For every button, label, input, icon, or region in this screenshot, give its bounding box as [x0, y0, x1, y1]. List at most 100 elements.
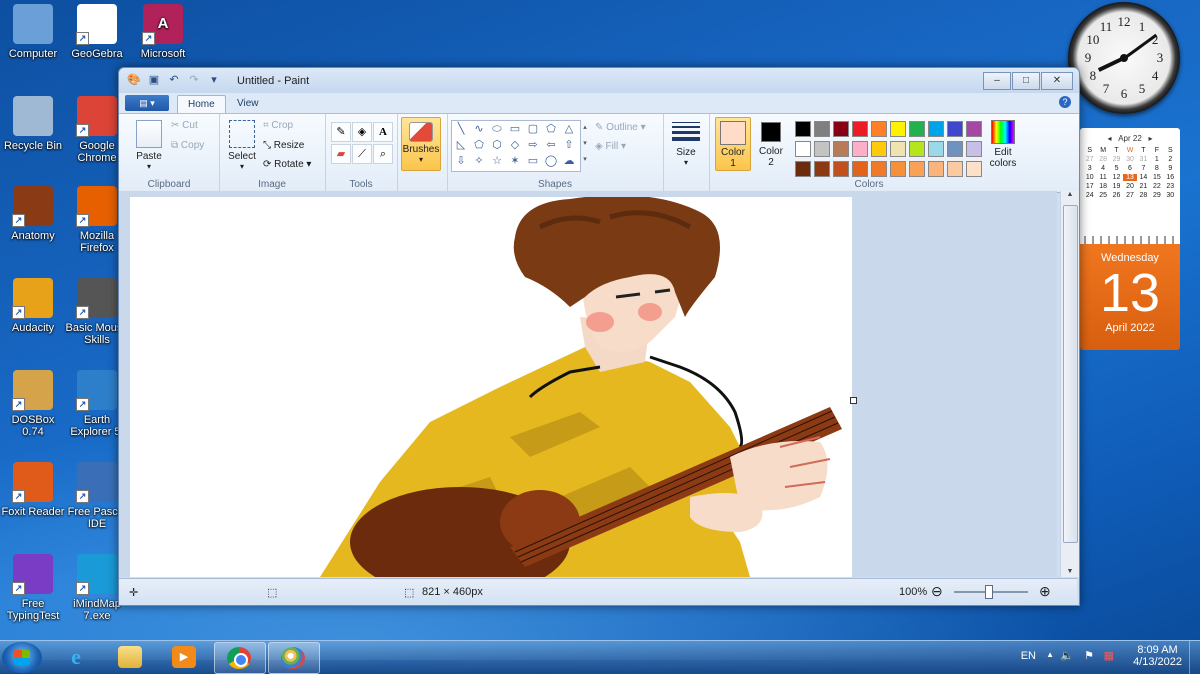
palette-swatch[interactable] — [814, 141, 830, 157]
calendar-day-cell[interactable]: 15 — [1150, 174, 1163, 181]
fill-button[interactable]: ◈ Fill ▾ — [595, 141, 626, 152]
clock-area[interactable]: 8:09 AM 4/13/2022 — [1133, 644, 1182, 668]
shape-option[interactable]: ◯ — [542, 153, 560, 169]
calendar-day-cell[interactable]: 28 — [1137, 192, 1150, 199]
calendar-day-cell[interactable]: 18 — [1096, 183, 1109, 190]
calendar-day-cell[interactable]: 27 — [1083, 156, 1096, 163]
calendar-day-cell[interactable]: 12 — [1110, 174, 1123, 181]
edit-colors-button[interactable]: Edit colors — [983, 117, 1023, 169]
palette-swatch[interactable] — [909, 161, 925, 177]
desktop-icon-foxit-reader[interactable]: ↗ Foxit Reader — [0, 462, 66, 518]
shape-option[interactable]: ⬠ — [470, 137, 488, 153]
fill-bucket-icon[interactable]: ◈ — [352, 122, 372, 142]
calendar-day-cell[interactable]: 19 — [1110, 183, 1123, 190]
rotate-button[interactable]: ⟳ Rotate ▾ — [263, 159, 311, 170]
title-bar[interactable]: 🎨 ▣ ↶ ↷ ▾ Untitled - Paint – □ ✕ — [119, 68, 1079, 93]
network-icon[interactable]: ▦ — [1104, 649, 1114, 662]
calendar-day-cell[interactable]: 30 — [1164, 192, 1177, 199]
calendar-day-cell[interactable]: 13 — [1123, 174, 1137, 181]
taskbar-file-explorer[interactable] — [106, 642, 156, 672]
calendar-day-cell[interactable]: 6 — [1123, 165, 1136, 172]
brushes-button[interactable]: Brushes ▾ — [401, 117, 441, 171]
text-icon[interactable]: A — [373, 122, 393, 142]
copy-button[interactable]: ⧉ Copy — [171, 140, 204, 151]
color1-button[interactable]: Color 1 — [715, 117, 751, 171]
palette-swatch[interactable] — [852, 161, 868, 177]
desktop-icon-anatomy[interactable]: ↗ Anatomy — [0, 186, 66, 242]
vertical-scrollbar[interactable]: ▲ ▼ — [1060, 191, 1079, 577]
shape-option[interactable]: ◺ — [452, 137, 470, 153]
palette-swatch[interactable] — [871, 141, 887, 157]
desktop-icon-microsoft-access[interactable]: A ↗ Microsoft — [130, 4, 196, 60]
desktop-icon-recycle-bin[interactable]: Recycle Bin — [0, 96, 66, 152]
save-icon[interactable]: ▣ — [147, 73, 161, 87]
palette-swatch[interactable] — [928, 141, 944, 157]
shape-option[interactable]: ⬠ — [542, 121, 560, 137]
calendar-day-cell[interactable]: 29 — [1110, 156, 1123, 163]
calendar-day-cell[interactable]: 3 — [1083, 165, 1096, 172]
color-picker-icon[interactable]: ⟋ — [352, 144, 372, 164]
scroll-up-icon[interactable]: ▲ — [1061, 191, 1079, 198]
calendar-day-cell[interactable]: 4 — [1096, 165, 1109, 172]
shape-option[interactable]: ⇨ — [524, 137, 542, 153]
palette-swatch[interactable] — [909, 121, 925, 137]
paint-menu-icon[interactable]: 🎨 — [127, 73, 141, 87]
palette-swatch[interactable] — [928, 121, 944, 137]
shape-option[interactable]: △ — [560, 121, 578, 137]
size-button[interactable]: Size ▾ — [669, 120, 703, 167]
calendar-day-cell[interactable]: 11 — [1096, 174, 1109, 181]
calendar-day-cell[interactable]: 28 — [1096, 156, 1109, 163]
shape-option[interactable]: ▭ — [524, 153, 542, 169]
calendar-day-cell[interactable]: 17 — [1083, 183, 1096, 190]
shape-option[interactable]: ╲ — [452, 121, 470, 137]
desktop-icon-geogebra[interactable]: ↗ GeoGebra — [64, 4, 130, 60]
palette-swatch[interactable] — [947, 141, 963, 157]
maximize-button[interactable]: □ — [1012, 72, 1040, 90]
calendar-gadget[interactable]: ◂ Apr 22 ▸ S M T W T F S 27 28 29 30 31 1 2 3 4 5 6 7 8 9 10 1… — [1080, 128, 1180, 350]
eraser-icon[interactable]: ▰ — [331, 144, 351, 164]
language-indicator[interactable]: EN — [1021, 650, 1036, 662]
shape-option[interactable]: ⇦ — [542, 137, 560, 153]
palette-swatch[interactable] — [833, 161, 849, 177]
calendar-day-cell[interactable]: 8 — [1150, 165, 1163, 172]
clock-gadget[interactable]: 11 10 9 8 7 6 5 4 3 2 1 12 — [1068, 2, 1180, 114]
desktop-icon-free-typingtest[interactable]: ↗ Free TypingTest — [0, 554, 66, 622]
palette-swatch[interactable] — [890, 161, 906, 177]
taskbar-chrome[interactable] — [214, 642, 266, 674]
volume-icon[interactable]: 🔈 — [1060, 649, 1074, 662]
calendar-next-icon[interactable]: ▸ — [1148, 134, 1152, 143]
magnifier-icon[interactable]: ⌕ — [373, 144, 393, 164]
palette-swatch[interactable] — [833, 121, 849, 137]
zoom-out-icon[interactable]: ⊖ — [931, 583, 943, 600]
shape-option[interactable]: ☁ — [560, 153, 578, 169]
show-desktop-button[interactable] — [1189, 641, 1200, 674]
pencil-icon[interactable]: ✎ — [331, 122, 351, 142]
tab-home[interactable]: Home — [177, 95, 226, 114]
calendar-day-cell[interactable]: 27 — [1123, 192, 1136, 199]
start-button[interactable] — [2, 642, 42, 673]
zoom-in-icon[interactable]: ⊕ — [1039, 583, 1051, 600]
palette-swatch[interactable] — [966, 121, 982, 137]
desktop-icon-computer[interactable]: Computer — [0, 4, 66, 60]
palette-swatch[interactable] — [852, 121, 868, 137]
select-button[interactable]: Select ▾ — [225, 120, 259, 171]
shape-option[interactable]: ⇩ — [452, 153, 470, 169]
shape-option[interactable]: ☆ — [488, 153, 506, 169]
palette-swatch[interactable] — [909, 141, 925, 157]
palette-swatch[interactable] — [795, 161, 811, 177]
palette-swatch[interactable] — [871, 121, 887, 137]
show-hidden-icons-icon[interactable]: ▲ — [1046, 650, 1054, 659]
palette-swatch[interactable] — [871, 161, 887, 177]
shape-option[interactable]: ◇ — [506, 137, 524, 153]
calendar-day-cell[interactable]: 7 — [1137, 165, 1150, 172]
calendar-day-cell[interactable]: 23 — [1164, 183, 1177, 190]
palette-swatch[interactable] — [890, 121, 906, 137]
shape-option[interactable]: ✧ — [470, 153, 488, 169]
palette-swatch[interactable] — [814, 121, 830, 137]
file-menu-button[interactable]: ▤ ▾ — [125, 95, 169, 111]
calendar-day-cell[interactable]: 5 — [1110, 165, 1123, 172]
close-button[interactable]: ✕ — [1041, 72, 1073, 90]
outline-button[interactable]: ✎ Outline ▾ — [595, 122, 646, 133]
shape-option[interactable]: ∿ — [470, 121, 488, 137]
taskbar-paint[interactable] — [268, 642, 320, 674]
